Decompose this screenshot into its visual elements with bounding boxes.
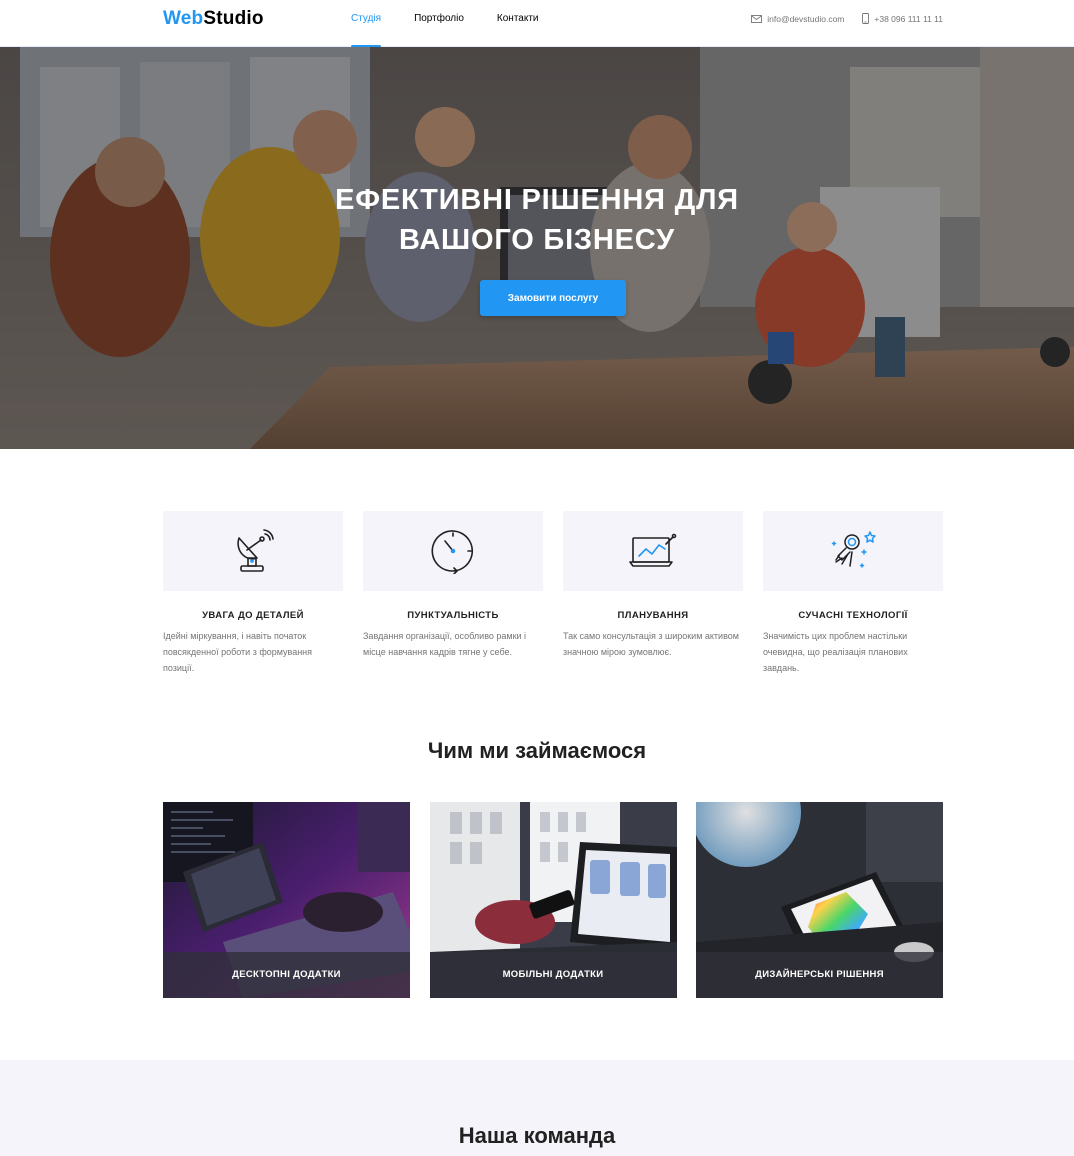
feature-title: Пунктуальність: [407, 610, 499, 621]
order-service-button[interactable]: Замовити послугу: [480, 280, 626, 316]
feature-title: Сучасні технології: [798, 610, 908, 621]
services-title: Чим ми займаємося: [427, 738, 647, 763]
service-card-design[interactable]: Дизайнерські рішення: [696, 802, 943, 998]
feature-title: Планування: [617, 610, 689, 621]
site-header: WebStudio Студія Портфоліо Контакти info…: [0, 0, 1074, 48]
feature-text: Так само консультація з широким активом …: [563, 631, 739, 657]
features-section: Увага до деталей Ідейні міркування, і на…: [163, 511, 943, 676]
feature-text: Ідейні міркування, і навіть початок повс…: [163, 631, 313, 673]
email-link[interactable]: info@devstudio.com: [751, 13, 844, 24]
clock-icon: [431, 530, 474, 574]
hero-section: Ефективні рішення для вашого бізнесу Зам…: [0, 47, 1074, 449]
feature-card: Увага до деталей Ідейні міркування, і на…: [163, 511, 343, 676]
feature-icon-box: [163, 511, 343, 591]
service-card-desktop[interactable]: Десктопні додатки: [163, 802, 410, 998]
services-section: Десктопні додатки Мобільні додатки: [163, 802, 943, 998]
astronaut-icon: [831, 531, 876, 568]
service-caption: Десктопні додатки: [163, 952, 410, 998]
feature-icon-box: [763, 511, 943, 591]
main-nav: Студія Портфоліо Контакти: [351, 0, 572, 48]
feature-text: Завдання організації, особливо рамки і м…: [363, 631, 527, 657]
chart-monitor-icon: [629, 533, 677, 567]
nav-link-studio[interactable]: Студія: [351, 0, 382, 48]
logo[interactable]: WebStudio: [163, 8, 264, 30]
team-title: Наша команда: [458, 1123, 616, 1148]
team-section: Наша команда: [0, 1060, 1074, 1156]
service-caption: Дизайнерські рішення: [696, 952, 943, 998]
nav-link-contacts[interactable]: Контакти: [497, 0, 539, 47]
header-contacts: info@devstudio.com +38 096 111 11 11: [733, 13, 943, 24]
feature-icon-box: [563, 511, 743, 591]
hero-title: Ефективні рішення для вашого бізнесу: [335, 184, 739, 256]
feature-card: Сучасні технології Значимість цих пробле…: [763, 511, 943, 676]
phone-link[interactable]: +38 096 111 11 11: [862, 13, 943, 24]
feature-title: Увага до деталей: [202, 610, 304, 621]
service-card-mobile[interactable]: Мобільні додатки: [429, 802, 677, 998]
antenna-icon: [237, 529, 274, 572]
nav-link-portfolio[interactable]: Портфоліо: [414, 0, 464, 47]
feature-text: Значимість цих проблем настільки очевидн…: [763, 631, 908, 673]
feature-card: Планування Так само консультація з широк…: [563, 511, 743, 676]
phone-icon: [862, 13, 870, 24]
feature-card: Пунктуальність Завдання організації, осо…: [363, 511, 543, 676]
feature-icon-box: [363, 511, 543, 591]
mail-icon: [751, 14, 763, 23]
service-caption: Мобільні додатки: [429, 952, 677, 998]
